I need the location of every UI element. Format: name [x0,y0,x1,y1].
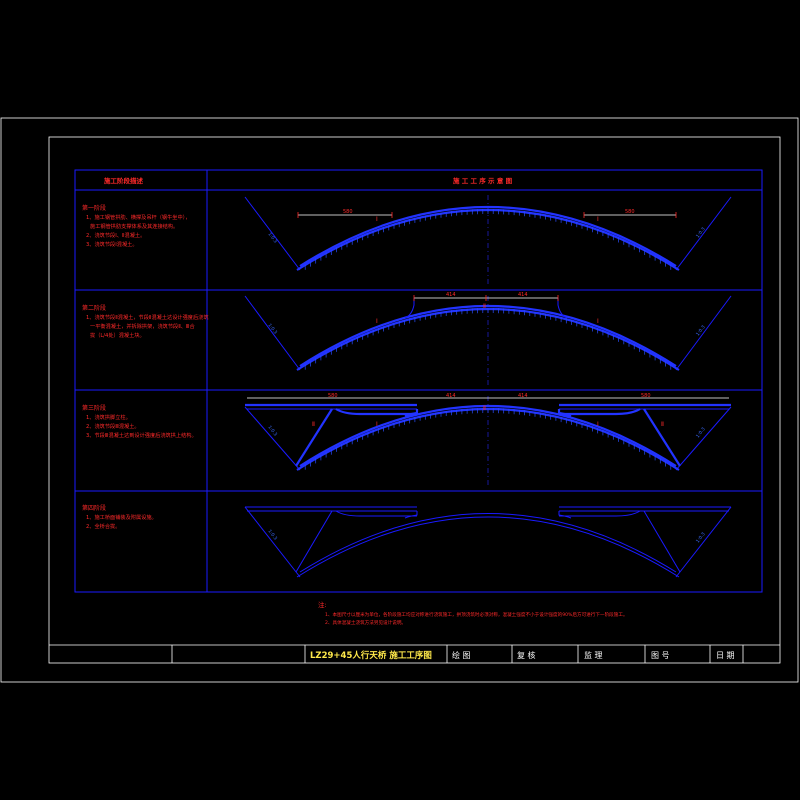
stage-3-line: 3、节段Ⅲ混凝土达到设计强度后浇筑拱上结构。 [86,431,197,439]
stage-2-line: 一平衡混凝土，并拆除拱架，浇筑节段Ⅱ、Ⅲ合 [90,322,196,330]
notes-line: 1、本图尺寸以厘米为单位，各阶段施工均应对称进行浇筑施工，拱顶浇筑时必须对称，混… [325,611,628,618]
stage-2-seg-mid: Ⅱ [483,303,486,310]
stage-3-seg-2: Ⅰ [376,421,378,428]
stage-2-line: 拢（L/4处）混凝土块。 [90,331,145,339]
stage-2-line: 1、浇筑节段Ⅱ混凝土，节段Ⅱ混凝土达设计强度后浇筑 [86,313,209,321]
stage-table: 施工阶段描述 施 工 工 序 示 意 图 [74,169,763,593]
notes: 注: 1、本图尺寸以厘米为单位，各阶段施工均应对称进行浇筑施工，拱顶浇筑时必须对… [318,600,628,626]
stage-3-seg-5: Ⅱ [661,421,664,428]
stage-3-dim-2: 414 [446,393,456,399]
stage-1-line: 2、浇筑节段Ⅰ、Ⅱ混凝土。 [86,231,145,239]
stage-2-angle-left: 1:0.3 [266,323,278,336]
stage-1-angle-left: 1:0.3 [266,232,278,245]
stage-4-angle-right: 1:0.3 [695,531,707,544]
tb-label-drawn: 绘 图 [452,650,471,660]
stage-2-dim-left: 414 [446,292,456,298]
stage-4-title: 第四阶段 [82,504,106,512]
outer-border [0,117,799,683]
stage-4-description: 第四阶段 1、施工桥面铺装及附属设施。 2、全桥合拢。 [82,504,157,530]
stage-3-dim-1: 580 [328,393,338,399]
stage-3-diagram: 580 414 414 580 Ⅱ Ⅰ Ⅱ Ⅰ Ⅱ 1:0.3 1:0.3 [244,393,732,487]
stage-1-diagram: 580 580 Ⅰ Ⅰ 1:0.3 1:0.3 [244,195,732,285]
stage-3-description: 第三阶段 1、浇筑拱脚立柱。 2、浇筑节段Ⅲ混凝土。 3、节段Ⅲ混凝土达到设计强… [82,404,197,439]
stage-3-seg-3: Ⅱ [483,405,486,412]
stage-3-seg-1: Ⅱ [312,421,315,428]
stage-2-dim-right: 414 [518,292,528,298]
header-right: 施 工 工 序 示 意 图 [453,176,513,185]
stage-2-seg-right: Ⅰ [597,318,599,325]
stage-3-line: 1、浇筑拱脚立柱。 [86,413,131,421]
notes-line: 2、具体混凝土浇筑方法另见设计说明。 [325,619,406,626]
drawing-title: LZ29+45人行天桥 施工工序图 [310,650,432,661]
header-left: 施工阶段描述 [104,176,144,185]
tb-label-date: 日 期 [716,651,735,660]
stage-1-angle-right: 1:0.3 [695,226,707,239]
stage-1-description: 第一阶段 1、施工钢管拱肋、横撑及吊杆（钢牛坐中）， 施工钢管拱肋支撑体系及其连… [82,204,190,248]
stage-2-description: 第二阶段 1、浇筑节段Ⅱ混凝土，节段Ⅱ混凝土达设计强度后浇筑 一平衡混凝土，并拆… [82,304,209,339]
stage-3-angle-left: 1:0.3 [266,425,278,438]
tb-label-checked: 复 核 [517,650,536,660]
stage-3-seg-4: Ⅰ [597,421,599,428]
stage-2-seg-left: Ⅰ [376,318,378,325]
stage-3-title: 第三阶段 [82,404,106,412]
tb-label-supervisor: 监 理 [584,650,603,660]
stage-1-dim-left: 580 [343,209,353,215]
stage-4-angle-left: 1:0.3 [266,529,278,542]
tb-label-drawing-no: 图 号 [651,651,670,660]
stage-4-line: 1、施工桥面铺装及附属设施。 [86,513,157,521]
stage-1-title: 第一阶段 [82,204,106,212]
stage-2-title: 第二阶段 [82,304,106,312]
stage-1-dim-right: 580 [625,209,635,215]
stage-1-line: 施工钢管拱肋支撑体系及其连接结构。 [90,222,178,230]
stage-2-diagram: 414 414 Ⅰ Ⅱ Ⅰ 1:0.3 1:0.3 [244,292,732,385]
stage-1-line: 1、施工钢管拱肋、横撑及吊杆（钢牛坐中）， [86,213,190,221]
stage-1-seg-right: Ⅰ [597,216,599,223]
cad-drawing-canvas: LZ29+45人行天桥 施工工序图 绘 图 复 核 监 理 图 号 日 期 施工… [0,117,799,683]
title-block: LZ29+45人行天桥 施工工序图 绘 图 复 核 监 理 图 号 日 期 [49,644,780,663]
stage-4-line: 2、全桥合拢。 [86,522,120,530]
stage-1-line: 3、浇筑节段Ⅰ混凝土。 [86,240,138,248]
notes-label: 注: [318,600,327,609]
stage-3-dim-4: 580 [641,393,651,399]
stage-4-diagram: 1:0.3 1:0.3 [244,506,732,578]
stage-3-line: 2、浇筑节段Ⅲ混凝土。 [86,422,140,430]
stage-3-dim-3: 414 [518,393,528,399]
stage-1-seg-left: Ⅰ [376,216,378,223]
